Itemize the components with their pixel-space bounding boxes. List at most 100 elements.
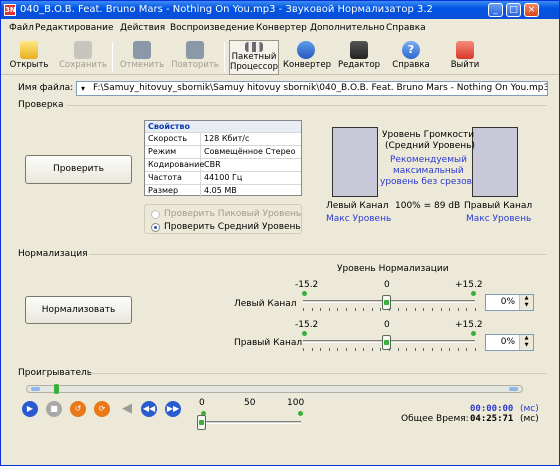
menu-converter[interactable]: Конвертер [256,23,307,33]
rewind-icon[interactable]: ◀◀ [141,401,157,417]
file-path-field[interactable]: ▾ F:\Samuy_hitovuy_sbornik\Samuy hitovuy… [76,81,548,96]
right-percent-value: 0% [500,337,515,347]
volume-max-label: 100 [287,398,305,408]
undo-label: Отменить [119,60,165,70]
editor-button[interactable]: Редактор [337,40,381,74]
normalize-level-title: Уровень Нормализации [337,264,449,274]
slider-marker [302,331,307,336]
left-channel-slider-label: Левый Канал [234,299,297,309]
slider-tick [389,308,390,311]
menu-edit[interactable]: Редактирование [35,23,114,33]
recommended-line-2: максимальный [393,166,464,176]
slider-tick [303,348,304,351]
scroll-right-arrow-icon[interactable] [509,387,518,391]
slider-tick [303,308,304,311]
slider-tick [380,348,381,351]
left-max-level: Макс Уровень [326,214,392,224]
slider-tick [363,308,364,311]
speaker-icon[interactable]: ◀ [119,401,135,417]
converter-button[interactable]: Конвертер [283,40,332,74]
slider-tick [329,308,330,311]
loop-icon[interactable]: ⟳ [94,401,110,417]
table-row: Режим Совмещённое Стерео [145,145,301,159]
right-percent-spinner[interactable]: 0% ▲ ▼ [485,334,534,351]
menu-bar: Файл Редактирование Действия Воспроизвед… [1,19,559,37]
repeat-icon[interactable]: ↺ [70,401,86,417]
converter-label: Конвертер [283,60,332,70]
title-bar[interactable]: 3N 040_B.O.B. Feat. Bruno Mars - Nothing… [1,1,559,19]
redo-label: Повторить [171,60,219,70]
save-label: Сохранить [59,60,107,70]
power-icon [456,41,474,59]
check-section-title: Проверка [18,100,64,110]
converter-icon [297,41,315,59]
chevron-down-icon: ▾ [81,84,86,93]
scroll-left-arrow-icon[interactable] [31,387,40,391]
stop-icon[interactable]: ■ [46,401,62,417]
slider-tick [312,348,313,351]
slider-tick [389,348,390,351]
menu-playback[interactable]: Воспроизведение [170,23,254,33]
toolbar: Открыть Сохранить Отменить Повторить Пак… [1,38,559,75]
slider-tick [337,348,338,351]
save-button[interactable]: Сохранить [58,40,108,74]
total-time: 04:25:71 [470,414,514,424]
right-zero-label: 0 [384,320,390,330]
loudness-title: Уровень Громкости [382,130,475,140]
maximize-button[interactable]: □ [506,3,521,17]
playback-thumb[interactable] [54,384,59,394]
exit-button[interactable]: Выйти [447,40,483,74]
open-label: Открыть [9,60,49,70]
slider-tick [363,348,364,351]
menu-extra[interactable]: Дополнительно [310,23,385,33]
total-time-label: Общее Время: [401,414,469,424]
volume-slider[interactable] [201,421,301,424]
slider-tick [329,348,330,351]
menu-actions[interactable]: Действия [120,23,165,33]
help-button[interactable]: ? Справка [390,40,432,74]
file-path-text: F:\Samuy_hitovuy_sbornik\Samuy hitovuy s… [93,83,548,93]
playback-position-bar[interactable] [26,384,523,394]
table-row: Кодирование CBR [145,158,301,172]
radio-peak-level[interactable] [151,210,160,219]
fast-forward-icon[interactable]: ▶▶ [165,401,181,417]
slider-tick [346,348,347,351]
normalize-button[interactable]: Нормализовать [25,296,132,324]
right-min-label: -15.2 [295,320,319,330]
slider-tick [355,308,356,311]
menu-help[interactable]: Справка [386,23,426,33]
left-channel-label: Левый Канал [326,201,389,211]
batch-processor-button[interactable]: Пакетный Процессор [229,40,279,75]
editor-icon [350,41,368,59]
slider-tick [415,308,416,311]
left-percent-spinner[interactable]: 0% ▲ ▼ [485,294,534,311]
redo-button[interactable]: Повторить [171,40,219,74]
undo-button[interactable]: Отменить [119,40,165,74]
minimize-button[interactable]: _ [488,3,503,17]
slider-tick [346,308,347,311]
toolbar-separator [224,42,225,72]
slider-tick [423,308,424,311]
menu-file[interactable]: Файл [9,23,34,33]
volume-slider-thumb[interactable] [197,415,206,430]
recommended-line-1: Рекомендуемый [390,155,467,165]
slider-tick [372,348,373,351]
help-icon: ? [402,41,420,59]
check-button[interactable]: Проверить [25,155,132,184]
slider-tick [312,308,313,311]
right-max-level: Макс Уровень [466,214,532,224]
slider-tick [458,348,459,351]
normalize-section-title: Нормализация [18,249,88,259]
play-icon[interactable]: ▶ [22,401,38,417]
radio-average-label: Проверить Средний Уровень [164,222,301,232]
file-name-label: Имя файла: [18,83,74,93]
properties-header: Свойство [145,121,301,132]
slider-marker [302,291,307,296]
slider-tick [372,308,373,311]
radio-average-level[interactable] [151,223,160,232]
slider-tick [398,348,399,351]
open-button[interactable]: Открыть [9,40,49,74]
close-button[interactable]: × [524,3,539,17]
slider-tick [466,308,467,311]
slider-tick [475,348,476,351]
